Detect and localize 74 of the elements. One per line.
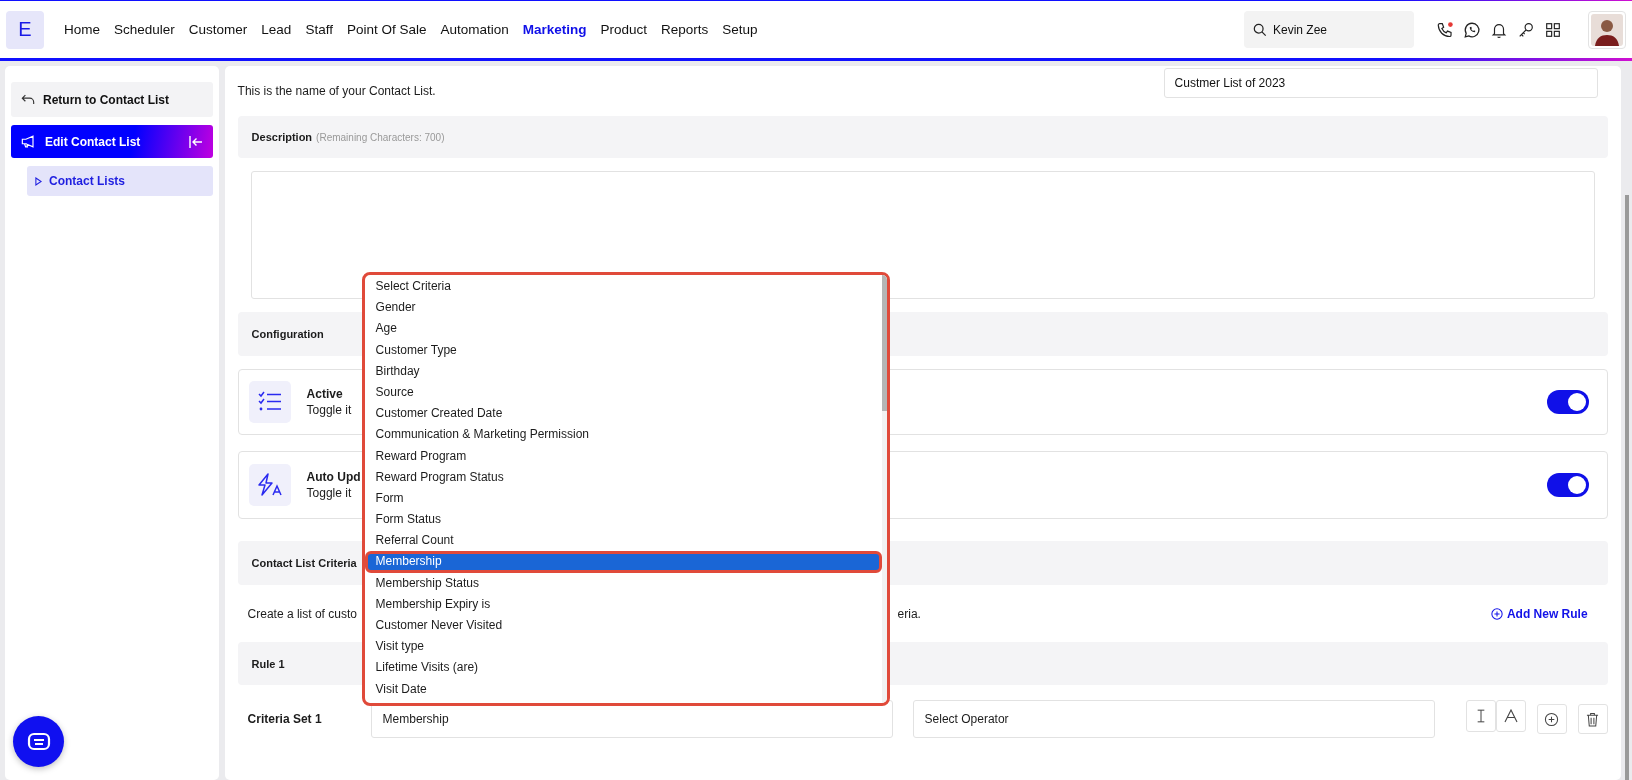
- section-title: Description: [251, 131, 313, 143]
- return-icon: [21, 94, 35, 105]
- font-icon[interactable]: [1495, 700, 1526, 732]
- section-title: Configuration: [251, 328, 324, 340]
- nav-link[interactable]: Lead: [261, 22, 292, 37]
- setting-title: Auto Upd: [306, 470, 361, 484]
- dropdown-option[interactable]: Source: [364, 381, 882, 404]
- dropdown-option[interactable]: Gender: [364, 297, 882, 319]
- nav-link[interactable]: Reports: [661, 22, 709, 37]
- dropdown-option[interactable]: Reward Program: [364, 445, 882, 467]
- plus-circle-icon: [1490, 607, 1503, 620]
- section-header[interactable]: Edit Contact List: [11, 125, 213, 158]
- caret-icon: [35, 176, 42, 186]
- dropdown-option[interactable]: Membership: [364, 551, 882, 573]
- nav-link[interactable]: Customer: [188, 22, 248, 37]
- dropdown-option[interactable]: Form: [364, 487, 882, 510]
- search-icon: [1253, 23, 1267, 37]
- dropdown-option[interactable]: Reward Program Status: [364, 466, 882, 488]
- sidebar-item[interactable]: Contact Lists: [27, 166, 213, 196]
- scrollbar[interactable]: [881, 275, 887, 703]
- collapse-icon[interactable]: [188, 135, 203, 148]
- dropdown-option[interactable]: Customer Created Date: [364, 403, 882, 425]
- setting-title: Active: [306, 387, 343, 401]
- setting-hint: Toggle it: [306, 486, 352, 500]
- return-button[interactable]: Return to Contact List: [11, 82, 213, 117]
- search-field[interactable]: Kevin Zee: [1244, 11, 1414, 48]
- dropdown-option[interactable]: Customer Never Visited: [364, 615, 882, 637]
- avatar-icon[interactable]: [1591, 13, 1623, 46]
- dropdown-option[interactable]: Communication & Marketing Permission: [364, 424, 882, 446]
- add-rule-link[interactable]: Add New Rule: [1490, 606, 1588, 621]
- nav-link[interactable]: Setup: [722, 22, 758, 37]
- description-text: eria.: [897, 606, 922, 621]
- nav-link[interactable]: Home: [64, 22, 100, 37]
- criteria-set-label: Criteria Set 1: [247, 712, 323, 726]
- dropdown-option[interactable]: Visit type: [364, 636, 882, 658]
- description-field[interactable]: [250, 171, 1595, 299]
- logo[interactable]: E: [6, 10, 44, 49]
- section-title: Edit Contact List: [45, 134, 142, 149]
- setting-hint: Toggle it: [306, 403, 352, 417]
- nav-link[interactable]: Staff: [305, 22, 333, 37]
- toggle-switch[interactable]: [1546, 473, 1589, 497]
- nav-link[interactable]: Automation: [440, 22, 509, 37]
- add-icon[interactable]: [1536, 704, 1567, 734]
- chat-icon[interactable]: [1463, 20, 1481, 39]
- dropdown-option[interactable]: Form Status: [364, 509, 882, 531]
- megaphone-icon: [21, 135, 37, 148]
- field-hint: This is the name of your Contact List.: [237, 84, 436, 98]
- section-title: Contact List Criteria: [251, 557, 357, 569]
- dropdown-option[interactable]: Visit Date: [364, 678, 882, 700]
- character-count: (Remaining Characters: 700): [316, 131, 445, 143]
- nav-link[interactable]: Marketing: [522, 22, 587, 37]
- nav-link[interactable]: Scheduler: [114, 22, 175, 37]
- dropdown-option[interactable]: Membership Expiry is: [364, 593, 882, 615]
- nav-link[interactable]: Product: [600, 22, 648, 37]
- section-title: Rule 1: [251, 657, 285, 670]
- lightning-icon: [256, 473, 283, 497]
- dropdown-option[interactable]: Lifetime Visits (are): [364, 657, 882, 679]
- nav-link[interactable]: Point Of Sale: [346, 22, 427, 37]
- name-field[interactable]: Custmer List of 2023: [1163, 68, 1598, 98]
- trash-icon[interactable]: [1577, 704, 1608, 734]
- message-icon: [26, 731, 51, 752]
- dropdown-option[interactable]: Select Criteria: [364, 276, 882, 298]
- description-text: Create a list of custo: [247, 606, 358, 621]
- operator-select[interactable]: Select Operator: [912, 700, 1435, 738]
- dropdown-option[interactable]: Membership Status: [364, 572, 882, 594]
- dropdown-option[interactable]: Birthday: [364, 360, 882, 382]
- dropdown-option[interactable]: Referral Count: [364, 530, 882, 552]
- phone-icon[interactable]: [1436, 20, 1454, 39]
- grid-icon[interactable]: [1544, 20, 1562, 39]
- key-icon[interactable]: [1517, 20, 1535, 39]
- checklist-icon: [257, 391, 282, 413]
- dropdown-option[interactable]: Customer Type: [364, 339, 882, 361]
- toggle-switch[interactable]: [1546, 390, 1589, 414]
- dropdown-option[interactable]: Age: [364, 318, 882, 340]
